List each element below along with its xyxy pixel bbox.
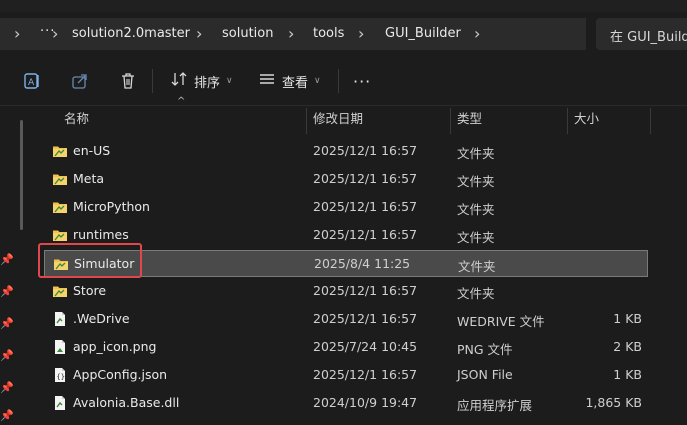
view-icon	[258, 70, 276, 92]
pin-icon: 📌	[0, 252, 14, 266]
file-date: 2025/12/1 16:57	[313, 311, 418, 326]
column-header: 名称 修改日期 类型 大小	[0, 106, 687, 134]
pin-icon: 📌	[0, 408, 14, 422]
file-type: JSON File	[457, 367, 513, 382]
pin-icon: 📌	[0, 380, 14, 394]
image-file-icon	[52, 339, 68, 355]
file-row[interactable]: Avalonia.Base.dll 2024/10/9 19:47 应用程序扩展 1,…	[44, 390, 648, 417]
file-date: 2025/12/1 16:57	[313, 199, 418, 214]
view-button[interactable]: 查看 ∨	[258, 67, 321, 95]
breadcrumb-item[interactable]: solution2.0master	[72, 26, 190, 41]
chevron-down-icon: ∨	[314, 76, 321, 86]
file-date: 2025/12/1 16:57	[313, 171, 418, 186]
file-date: 2025/12/1 16:57	[313, 367, 418, 382]
breadcrumb-item[interactable]: GUI_Builder	[385, 26, 461, 41]
file-date: 2025/12/1 16:57	[313, 143, 418, 158]
file-type: 文件夹	[457, 146, 495, 161]
sort-label: 排序	[194, 75, 221, 91]
chevron-right-icon[interactable]: ›	[14, 24, 20, 43]
column-type-header[interactable]: 类型	[451, 106, 567, 134]
file-type: 文件夹	[457, 174, 495, 189]
file-size: 1 KB	[613, 367, 642, 382]
file-type: 文件夹	[457, 286, 495, 301]
pin-icon: 📌	[0, 284, 14, 298]
svg-text:{}: {}	[57, 373, 65, 381]
file-row[interactable]: {} AppConfig.json 2025/12/1 16:57 JSON File…	[44, 362, 648, 389]
address-bar-area: › ··· › solution2.0master › solution › t…	[0, 12, 687, 56]
toolbar-divider	[338, 69, 339, 93]
chevron-right-icon: ›	[52, 24, 59, 43]
file-row[interactable]: en-US 2025/12/1 16:57 文件夹	[44, 138, 648, 165]
window-title-strip	[0, 0, 687, 12]
chevron-right-icon[interactable]: ›	[474, 24, 480, 43]
file-type: WEDRIVE 文件	[457, 314, 545, 329]
sort-icon	[170, 70, 188, 92]
file-name: app_icon.png	[73, 339, 157, 354]
file-name: runtimes	[73, 227, 129, 242]
file-row[interactable]: app_icon.png 2025/7/24 10:45 PNG 文件 2 KB	[44, 334, 648, 361]
rename-icon[interactable]: A	[20, 69, 44, 93]
column-size-header[interactable]: 大小	[568, 106, 650, 134]
folder-icon	[52, 171, 68, 187]
delete-icon[interactable]	[116, 69, 140, 93]
json-file-icon: {}	[52, 367, 68, 383]
file-name: .WeDrive	[73, 311, 130, 326]
file-name: MicroPython	[73, 199, 150, 214]
file-date: 2025/7/24 10:45	[313, 339, 418, 354]
sort-button[interactable]: 排序 ∨	[170, 67, 233, 95]
file-type: PNG 文件	[457, 342, 513, 357]
more-icon: ···	[353, 71, 372, 91]
breadcrumb-item[interactable]: solution	[222, 26, 273, 41]
file-icon	[52, 311, 68, 327]
folder-icon	[52, 283, 68, 299]
breadcrumb-item[interactable]: tools	[313, 26, 344, 41]
svg-text:A: A	[28, 78, 35, 88]
command-bar: A 排序 ∨ 查看 ∨ ···	[0, 57, 687, 106]
chevron-right-icon[interactable]: ›	[288, 24, 294, 43]
file-size: 1,865 KB	[585, 395, 642, 410]
file-name: en-US	[73, 143, 111, 158]
toolbar-divider	[152, 69, 153, 93]
file-date: 2025/8/4 11:25	[314, 256, 411, 271]
folder-icon	[52, 143, 68, 159]
address-bar[interactable]: › ··· › solution2.0master › solution › t…	[0, 18, 586, 50]
file-type: 应用程序扩展	[457, 398, 533, 413]
column-divider[interactable]	[650, 108, 651, 134]
file-name: Avalonia.Base.dll	[73, 395, 180, 410]
chevron-down-icon: ∨	[226, 76, 233, 86]
file-date: 2025/12/1 16:57	[313, 283, 418, 298]
view-label: 查看	[282, 75, 309, 91]
column-date-header[interactable]: 修改日期	[307, 106, 450, 134]
file-row[interactable]: .WeDrive 2025/12/1 16:57 WEDRIVE 文件 1 KB	[44, 306, 648, 333]
file-row[interactable]: Meta 2025/12/1 16:57 文件夹	[44, 166, 648, 193]
chevron-right-icon[interactable]: ›	[358, 24, 364, 43]
file-date: 2024/10/9 19:47	[313, 395, 418, 410]
search-placeholder: 在 GUI_Builder	[610, 30, 687, 45]
more-options-button[interactable]: ···	[353, 67, 371, 95]
search-input[interactable]: 在 GUI_Builder	[596, 18, 687, 50]
dll-file-icon	[52, 395, 68, 411]
column-name-header[interactable]: 名称	[58, 106, 306, 134]
pin-icon: 📌	[0, 348, 14, 362]
chevron-right-icon[interactable]: ›	[196, 24, 202, 43]
file-type: 文件夹	[458, 259, 496, 274]
navigation-pane: 📌 📌 📌 📌 📌 📌	[0, 106, 16, 425]
file-size: 1 KB	[613, 311, 642, 326]
file-row[interactable]: Store 2025/12/1 16:57 文件夹	[44, 278, 648, 305]
annotation-highlight-box	[38, 243, 142, 278]
file-type: 文件夹	[457, 230, 495, 245]
file-name: Meta	[73, 171, 105, 186]
share-icon[interactable]	[68, 69, 92, 93]
file-name: AppConfig.json	[73, 367, 168, 382]
file-type: 文件夹	[457, 202, 495, 217]
file-size: 2 KB	[613, 339, 642, 354]
file-name: Store	[73, 283, 107, 298]
navigation-scrollbar[interactable]	[20, 120, 23, 230]
pin-icon: 📌	[0, 316, 14, 330]
folder-icon	[52, 227, 68, 243]
file-row[interactable]: MicroPython 2025/12/1 16:57 文件夹	[44, 194, 648, 221]
file-date: 2025/12/1 16:57	[313, 227, 418, 242]
folder-icon	[52, 199, 68, 215]
